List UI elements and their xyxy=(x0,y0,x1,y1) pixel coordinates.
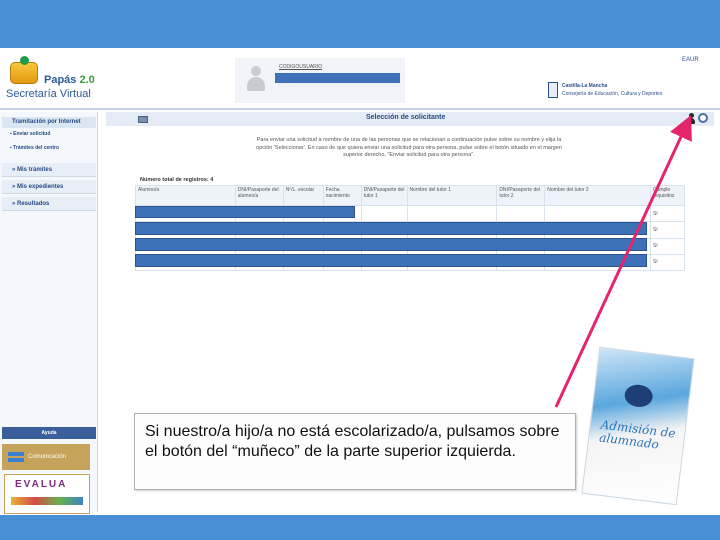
sidebar-link-tramites-centro[interactable]: ▪ Trámites del centro xyxy=(10,145,59,151)
page-title: Selección de solicitante xyxy=(366,114,446,121)
language-link[interactable]: EAUR xyxy=(682,57,699,63)
requirement-cell: Sí xyxy=(649,221,686,239)
poster-illustration xyxy=(623,383,654,409)
exchange-arrows-icon xyxy=(8,451,24,463)
requirement-cell: Sí xyxy=(649,237,686,255)
redacted-row-bar xyxy=(135,206,355,218)
table-header-row: Alumno/a DNI/Pasaporte del alumno/a Nº/L… xyxy=(135,184,686,207)
sidebar-item-mis-tramites[interactable]: » Mis trámites xyxy=(2,163,96,177)
window-icon xyxy=(138,116,148,123)
user-name-redacted xyxy=(275,73,400,83)
column-header[interactable]: DNI/Pasaporte del tutor 2 xyxy=(496,184,546,207)
help-button[interactable]: Ayuda xyxy=(2,427,96,439)
sidebar-item-resultados[interactable]: » Resultados xyxy=(2,197,96,211)
bottom-banner xyxy=(0,515,720,540)
instructions-text: Para enviar una solicitud a nombre de un… xyxy=(256,137,562,158)
requirement-cell: Sí xyxy=(649,253,686,272)
user-code-label[interactable]: CODIGOUSUARIO xyxy=(279,64,322,70)
column-header[interactable]: Nombre del tutor 1 xyxy=(406,184,498,207)
redacted-row-bar xyxy=(135,238,647,251)
evalua-banner[interactable]: EVALUA xyxy=(4,474,90,514)
column-header[interactable]: Nombre del tutor 2 xyxy=(544,184,651,207)
user-avatar-icon xyxy=(245,66,267,92)
instruction-callout: Si nuestro/a hijo/a no está escolarizado… xyxy=(134,413,576,490)
government-shield-icon xyxy=(548,82,558,98)
admission-poster-image: Admisión de alumnado xyxy=(581,346,695,506)
papas-logo[interactable]: Papás 2.0 Secretaría Virtual xyxy=(4,56,96,102)
evalua-label: EVALUA xyxy=(15,479,68,490)
logo-version: 2.0 xyxy=(79,74,95,86)
sidebar-item-mis-expedientes[interactable]: » Mis expedientes xyxy=(2,180,96,194)
user-info-panel: CODIGOUSUARIO xyxy=(235,58,405,103)
requirement-cell: Sí xyxy=(649,205,686,223)
column-header[interactable]: Fecha nacimiento xyxy=(322,184,362,207)
sidebar-link-enviar-solicitud[interactable]: ▪ Enviar solicitud xyxy=(10,131,50,137)
header-divider xyxy=(0,108,720,110)
logo-subtitle: Secretaría Virtual xyxy=(6,88,91,100)
logo-title: Papás xyxy=(44,74,77,86)
top-banner xyxy=(0,0,720,48)
government-department: Consejería de Educación, Cultura y Depor… xyxy=(562,91,663,97)
column-header[interactable]: Alumno/a xyxy=(135,184,236,207)
sidebar-section-title: Tramitación por Internet xyxy=(2,117,96,128)
column-header[interactable]: DNI/Pasaporte del tutor 1 xyxy=(360,184,408,207)
column-header[interactable]: Nº/L. escolar xyxy=(282,184,324,207)
redacted-row-bar xyxy=(135,254,647,267)
gear-icon[interactable] xyxy=(698,113,708,123)
person-icon[interactable] xyxy=(686,113,696,124)
government-name: Castilla-La Mancha xyxy=(562,83,608,89)
folder-logo-icon xyxy=(10,56,38,84)
column-header[interactable]: DNI/Pasaporte del alumno/a xyxy=(234,184,284,207)
evalua-color-strip xyxy=(11,497,83,505)
record-count: Número total de registros: 4 xyxy=(140,177,214,183)
redacted-row-bar xyxy=(135,222,647,235)
column-header[interactable]: Cumple requisitos xyxy=(649,184,686,207)
poster-title: Admisión de alumnado xyxy=(598,417,677,452)
